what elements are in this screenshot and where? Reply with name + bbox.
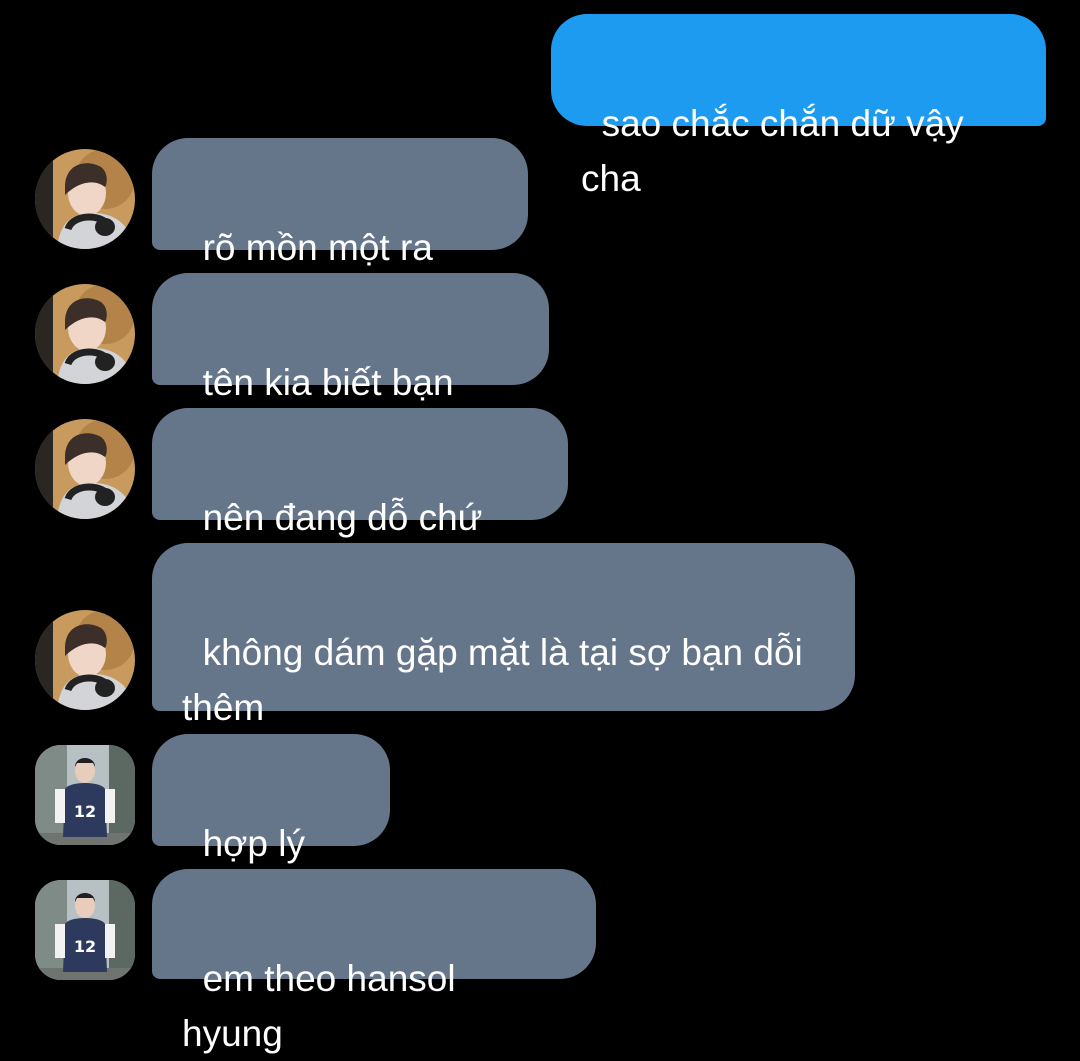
incoming-message-bubble[interactable]: em theo hansol hyung (152, 869, 596, 1054)
avatar[interactable] (35, 149, 135, 249)
incoming-message-bubble[interactable]: rõ mồn một ra đấy (152, 138, 528, 323)
jersey-number: 12 (74, 802, 96, 821)
message-text: không dám gặp mặt là tại sợ bạn dỗi thêm (182, 632, 803, 728)
message-text: em theo hansol hyung (182, 958, 466, 1054)
avatar[interactable] (35, 284, 135, 384)
outgoing-message-bubble[interactable]: sao chắc chắn dữ vậy cha (551, 14, 1046, 199)
person-with-headphones-icon (35, 419, 135, 519)
person-in-jersey-icon: 12 (35, 745, 135, 845)
jersey-number: 12 (74, 937, 96, 956)
avatar[interactable] (35, 610, 135, 710)
person-with-headphones-icon (35, 610, 135, 710)
incoming-message-bubble[interactable]: hợp lý nha (152, 734, 390, 919)
avatar[interactable]: 12 (35, 745, 135, 845)
avatar[interactable] (35, 419, 135, 519)
person-in-jersey-icon: 12 (35, 880, 135, 980)
person-with-headphones-icon (35, 149, 135, 249)
incoming-message-bubble[interactable]: nên đang dỗ chứ sao (152, 408, 568, 593)
person-with-headphones-icon (35, 284, 135, 384)
incoming-message-bubble[interactable]: không dám gặp mặt là tại sợ bạn dỗi thêm (152, 543, 855, 728)
message-text: sao chắc chắn dữ vậy cha (581, 103, 974, 199)
avatar[interactable]: 12 (35, 880, 135, 980)
incoming-message-bubble[interactable]: tên kia biết bạn cáu (152, 273, 549, 458)
